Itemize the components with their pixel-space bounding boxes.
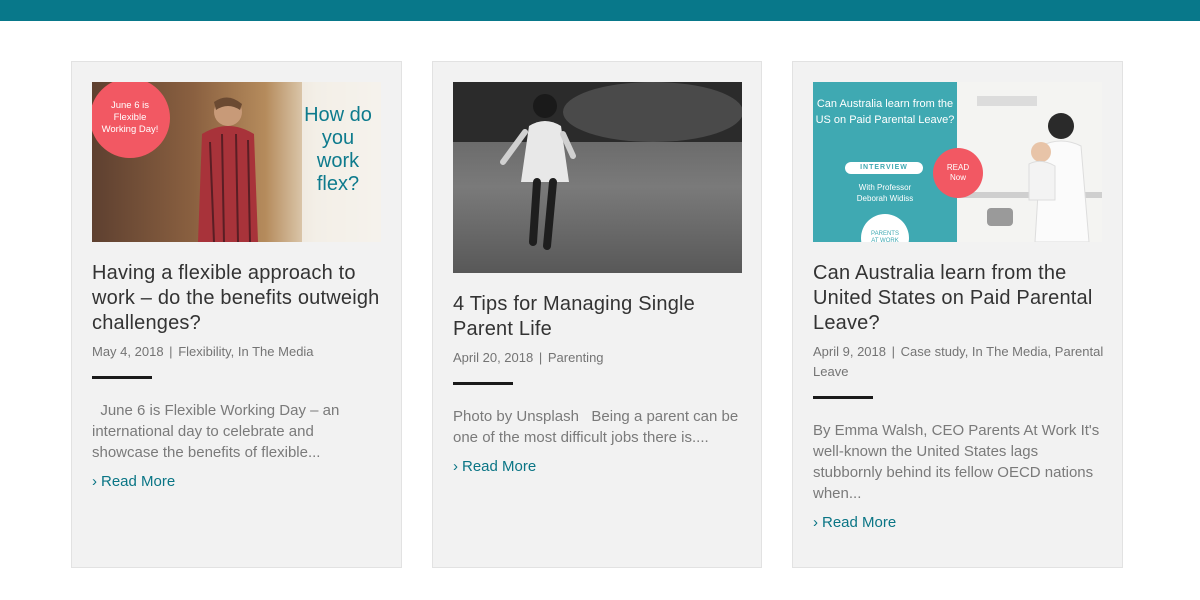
post-title[interactable]: Can Australia learn from the United Stat… <box>813 261 1104 336</box>
post-content: 4 Tips for Managing Single Parent Life A… <box>453 292 743 476</box>
post-date: May 4, 2018 <box>92 344 164 359</box>
post-excerpt: By Emma Walsh, CEO Parents At Work It's … <box>813 422 1104 502</box>
divider <box>92 376 152 379</box>
divider <box>453 382 513 385</box>
chevron-right-icon: › <box>453 458 458 475</box>
image-question: Can Australia learn from the US on Paid … <box>815 98 955 126</box>
interview-pill: INTERVIEW <box>845 162 923 174</box>
chevron-right-icon: › <box>92 473 97 490</box>
badge-text: June 6 is Flexible Working Day! <box>101 100 159 135</box>
date-badge: June 6 is Flexible Working Day! <box>92 82 170 158</box>
post-date: April 20, 2018 <box>453 350 534 365</box>
post-title[interactable]: Having a flexible approach to work – do … <box>92 261 383 336</box>
read-now-badge: READ Now <box>933 148 983 198</box>
post-title[interactable]: 4 Tips for Managing Single Parent Life <box>453 292 743 342</box>
post-categories[interactable]: Flexibility, In The Media <box>178 344 313 359</box>
read-more-link[interactable]: › Read More <box>453 458 536 475</box>
logo-text: PARENTS AT WORK <box>871 231 899 242</box>
post-image[interactable]: How do you work flex? June 6 is Flexible… <box>92 82 381 242</box>
post-image[interactable] <box>453 82 742 273</box>
post-card: How do you work flex? June 6 is Flexible… <box>71 61 402 568</box>
read-more-label: Read More <box>101 473 176 490</box>
chevron-right-icon: › <box>813 514 818 531</box>
read-more-label: Read More <box>462 458 537 475</box>
read-more-link[interactable]: › Read More <box>92 473 175 490</box>
man-writing-image <box>198 97 258 242</box>
post-excerpt: June 6 is Flexible Working Day – an inte… <box>92 402 344 461</box>
post-categories[interactable]: Parenting <box>548 350 604 365</box>
meta-separator: | <box>891 344 896 359</box>
post-meta: April 20, 2018 | Parenting <box>453 348 743 368</box>
parents-at-work-logo: PARENTS AT WORK <box>861 214 909 242</box>
post-excerpt: Photo by Unsplash Being a parent can be … <box>453 408 743 446</box>
meta-separator: | <box>538 350 543 365</box>
read-more-link[interactable]: › Read More <box>813 514 896 531</box>
post-meta: April 9, 2018 | Case study, In The Media… <box>813 342 1104 382</box>
top-bar <box>0 0 1200 21</box>
child-walking-image <box>453 82 742 250</box>
read-more-label: Read More <box>822 514 897 531</box>
post-image[interactable]: Can Australia learn from the US on Paid … <box>813 82 1102 242</box>
read-now-text: READ Now <box>946 163 970 182</box>
post-card: Can Australia learn from the US on Paid … <box>792 61 1123 568</box>
post-content: Having a flexible approach to work – do … <box>92 261 383 491</box>
post-meta: May 4, 2018 | Flexibility, In The Media <box>92 342 383 362</box>
post-date: April 9, 2018 <box>813 344 886 359</box>
post-card: 4 Tips for Managing Single Parent Life A… <box>432 61 762 568</box>
meta-separator: | <box>169 344 173 359</box>
image-headline: How do you work flex? <box>304 104 372 195</box>
divider <box>813 396 873 399</box>
post-content: Can Australia learn from the United Stat… <box>813 261 1104 532</box>
